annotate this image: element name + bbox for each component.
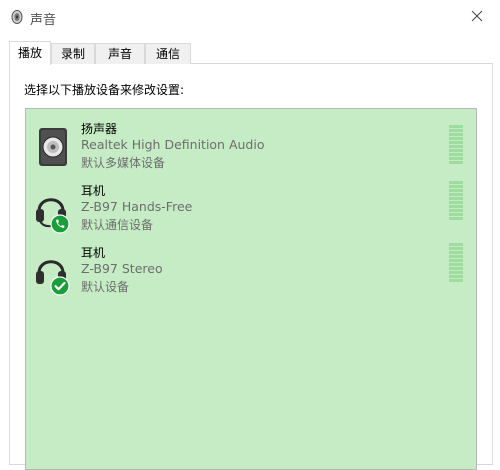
checkmark-badge-icon: [50, 276, 70, 299]
window-title: 声音: [30, 13, 57, 28]
tab-playback[interactable]: 播放: [9, 41, 51, 65]
speaker-icon: [9, 9, 25, 25]
instruction-text: 选择以下播放设备来修改设置:: [24, 83, 185, 97]
title-bar: 声音: [0, 0, 500, 34]
device-description: Realtek High Definition Audio: [81, 137, 265, 152]
list-item[interactable]: 耳机 Z-B97 Hands-Free 默认通信设备: [26, 179, 476, 237]
list-item[interactable]: 耳机 Z-B97 Stereo 默认设备: [26, 241, 476, 299]
phone-badge-icon: [50, 214, 70, 237]
tab-communications[interactable]: 通信: [145, 43, 191, 64]
tab-recording[interactable]: 录制: [51, 43, 95, 64]
close-button[interactable]: [454, 0, 500, 34]
device-status: 默认多媒体设备: [81, 156, 166, 170]
device-status: 默认设备: [81, 280, 130, 294]
volume-meter: [449, 181, 463, 220]
device-description: Z-B97 Stereo: [81, 261, 163, 276]
device-list[interactable]: 扬声器 Realtek High Definition Audio 默认多媒体设…: [25, 108, 477, 470]
volume-meter: [449, 125, 463, 164]
tab-sounds[interactable]: 声音: [95, 43, 145, 64]
device-name: 扬声器: [81, 122, 118, 136]
speaker-device-icon: [33, 125, 73, 169]
device-description: Z-B97 Hands-Free: [81, 199, 193, 214]
list-item[interactable]: 扬声器 Realtek High Definition Audio 默认多媒体设…: [26, 117, 476, 175]
device-status: 默认通信设备: [81, 218, 154, 232]
device-name: 耳机: [81, 184, 106, 198]
close-icon: [471, 10, 483, 25]
device-name: 耳机: [81, 246, 106, 260]
volume-meter: [449, 243, 463, 282]
